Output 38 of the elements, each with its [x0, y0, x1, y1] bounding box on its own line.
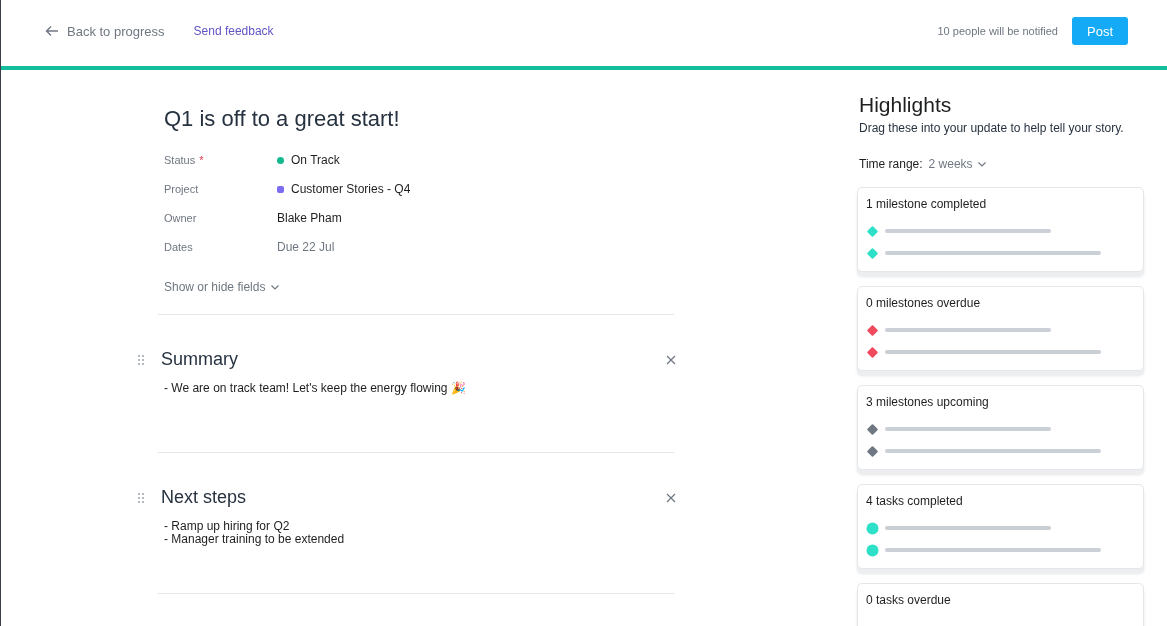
- show-hide-fields-link[interactable]: Show or hide fields: [164, 280, 674, 294]
- chevron-down-icon: [271, 284, 280, 290]
- card-title: 3 milestones upcoming: [866, 395, 990, 409]
- section-title: Next steps: [161, 487, 247, 508]
- chevron-down-icon: [977, 161, 986, 167]
- card-title: 0 milestones overdue: [866, 296, 982, 310]
- card-title: 0 tasks overdue: [866, 593, 952, 607]
- field-label: Status *: [164, 153, 205, 168]
- section-text: - Manager training to be extended: [164, 532, 346, 548]
- field-value: Blake Pham: [277, 210, 342, 227]
- close-icon: [666, 354, 676, 365]
- required-mark: *: [199, 154, 204, 166]
- section-text: - We are on track team! Let's keep the energy flowing 🎉: [164, 380, 467, 397]
- highlights-subtitle: Drag these into your update to help tell your story.: [859, 121, 1125, 135]
- close-icon: [666, 492, 676, 503]
- section-title: Summary: [161, 349, 238, 370]
- time-range-dropdown[interactable]: 2 weeks: [928, 157, 986, 171]
- field-label: Dates: [164, 240, 194, 255]
- field-value[interactable]: Customer Stories - Q4: [291, 180, 411, 198]
- close-button[interactable]: [666, 354, 676, 365]
- update-title: Q1 is off to a great start!: [164, 106, 401, 132]
- feedback-link[interactable]: Send feedback: [193, 24, 274, 38]
- field-label: Project: [164, 182, 200, 197]
- field-value[interactable]: On Track: [291, 151, 340, 169]
- close-button[interactable]: [666, 492, 676, 503]
- section-text: - Ramp up hiring for Q2: [164, 518, 291, 534]
- notify-text: 10 people will be notified: [937, 25, 1058, 37]
- card-title: 4 tasks completed: [866, 494, 964, 508]
- field-label: Owner: [164, 211, 198, 226]
- time-range-label: Time range:: [859, 157, 923, 171]
- highlight-card[interactable]: 0 tasks overdue: [857, 583, 1144, 626]
- card-title: 1 milestone completed: [866, 197, 988, 211]
- field-value: Due 22 Jul: [277, 239, 335, 256]
- back-link[interactable]: Back to progress: [45, 23, 165, 39]
- arrow-left-icon: [45, 25, 59, 37]
- highlights-title: Highlights: [859, 93, 953, 117]
- drag-handle-icon: [138, 354, 144, 365]
- drag-handle-icon: [138, 492, 144, 503]
